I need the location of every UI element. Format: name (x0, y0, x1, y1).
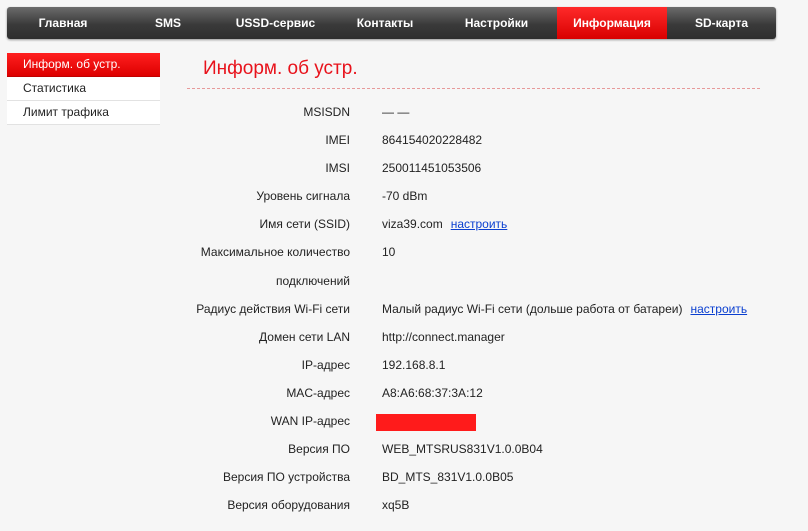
sidebar-item-traffic-limit[interactable]: Лимит трафика (7, 101, 160, 125)
info-value: BD_MTS_831V1.0.0B05 (382, 470, 514, 485)
info-label: Имя сети (SSID) (259, 217, 350, 232)
info-row-max-connections-cont: подключений (187, 266, 760, 294)
device-info-table: MSISDN — — IMEI 864154020228482 IMSI 250… (187, 97, 760, 518)
info-label: Домен сети LAN (259, 329, 350, 344)
page-title: Информ. об устр. (203, 58, 358, 79)
info-label: IMEI (325, 133, 350, 148)
info-value: -70 dBm (382, 189, 428, 204)
info-row-wan-ip: WAN IP-адрес (187, 406, 760, 434)
tab-ussd[interactable]: USSD-сервис (217, 7, 334, 39)
sidebar: Информ. об устр. Статистика Лимит трафик… (7, 53, 160, 125)
tab-information[interactable]: Информация (557, 7, 667, 39)
info-label: MAC-адрес (286, 385, 350, 400)
info-label: Версия оборудования (227, 498, 350, 513)
info-label: Радиус действия Wi-Fi сети (196, 301, 350, 316)
info-row-max-connections: Максимальное количество 10 (187, 237, 760, 265)
info-value: 864154020228482 (382, 133, 483, 148)
tab-sd-card[interactable]: SD-карта (667, 7, 776, 39)
info-row-msisdn: MSISDN — — (187, 97, 760, 125)
info-row-lan-domain: Домен сети LAN http://connect.manager (187, 322, 760, 350)
sidebar-item-statistics[interactable]: Статистика (7, 77, 160, 101)
info-row-imei: IMEI 864154020228482 (187, 125, 760, 153)
info-row-mac: MAC-адрес A8:A6:68:37:3A:12 (187, 378, 760, 406)
redaction-box (376, 414, 476, 432)
info-row-wifi-range: Радиус действия Wi-Fi сети Малый радиус … (187, 294, 760, 322)
info-label: MSISDN (303, 105, 350, 119)
info-value-group: Малый радиус Wi-Fi сети (дольше работа о… (382, 302, 747, 316)
info-row-sw-version: Версия ПО WEB_MTSRUS831V1.0.0B04 (187, 434, 760, 462)
info-value-group: viza39.com настроить (382, 217, 507, 231)
top-navigation: Главная SMS USSD-сервис Контакты Настрой… (7, 7, 776, 39)
info-value: 192.168.8.1 (382, 357, 446, 372)
info-value: 250011451053506 (382, 161, 482, 176)
tab-contacts[interactable]: Контакты (334, 7, 436, 39)
info-value: 10 (382, 245, 396, 260)
info-row-device-sw-version: Версия ПО устройства BD_MTS_831V1.0.0B05 (187, 462, 760, 490)
info-value: Малый радиус Wi-Fi сети (дольше работа о… (382, 301, 683, 316)
info-label: IP-адрес (301, 357, 350, 372)
sidebar-item-device-info[interactable]: Информ. об устр. (7, 53, 160, 77)
info-value (376, 414, 476, 432)
page: Главная SMS USSD-сервис Контакты Настрой… (0, 0, 808, 531)
configure-wifi-range-link[interactable]: настроить (690, 302, 747, 316)
info-label: Версия ПО (288, 442, 350, 457)
info-value: xq5B (382, 498, 410, 513)
info-value: A8:A6:68:37:3A:12 (382, 385, 483, 400)
info-label: подключений (276, 273, 350, 288)
info-value: — — (382, 105, 410, 119)
tab-sms[interactable]: SMS (119, 7, 217, 39)
info-row-ssid: Имя сети (SSID) viza39.com настроить (187, 209, 760, 237)
info-label: IMSI (325, 161, 350, 176)
info-row-signal: Уровень сигнала -70 dBm (187, 181, 760, 209)
info-label: Максимальное количество (200, 245, 350, 260)
title-divider (187, 88, 760, 89)
info-row-imsi: IMSI 250011451053506 (187, 153, 760, 181)
configure-ssid-link[interactable]: настроить (451, 217, 508, 231)
info-row-hw-version: Версия оборудования xq5B (187, 490, 760, 518)
info-row-ip: IP-адрес 192.168.8.1 (187, 350, 760, 378)
info-label: Уровень сигнала (256, 189, 350, 204)
info-value: WEB_MTSRUS831V1.0.0B04 (382, 442, 543, 457)
info-label: Версия ПО устройства (222, 470, 350, 485)
tab-settings[interactable]: Настройки (436, 7, 557, 39)
info-label: WAN IP-адрес (270, 414, 350, 429)
info-value: viza39.com (382, 217, 443, 232)
info-value: http://connect.manager (382, 329, 505, 344)
tab-home[interactable]: Главная (7, 7, 119, 39)
